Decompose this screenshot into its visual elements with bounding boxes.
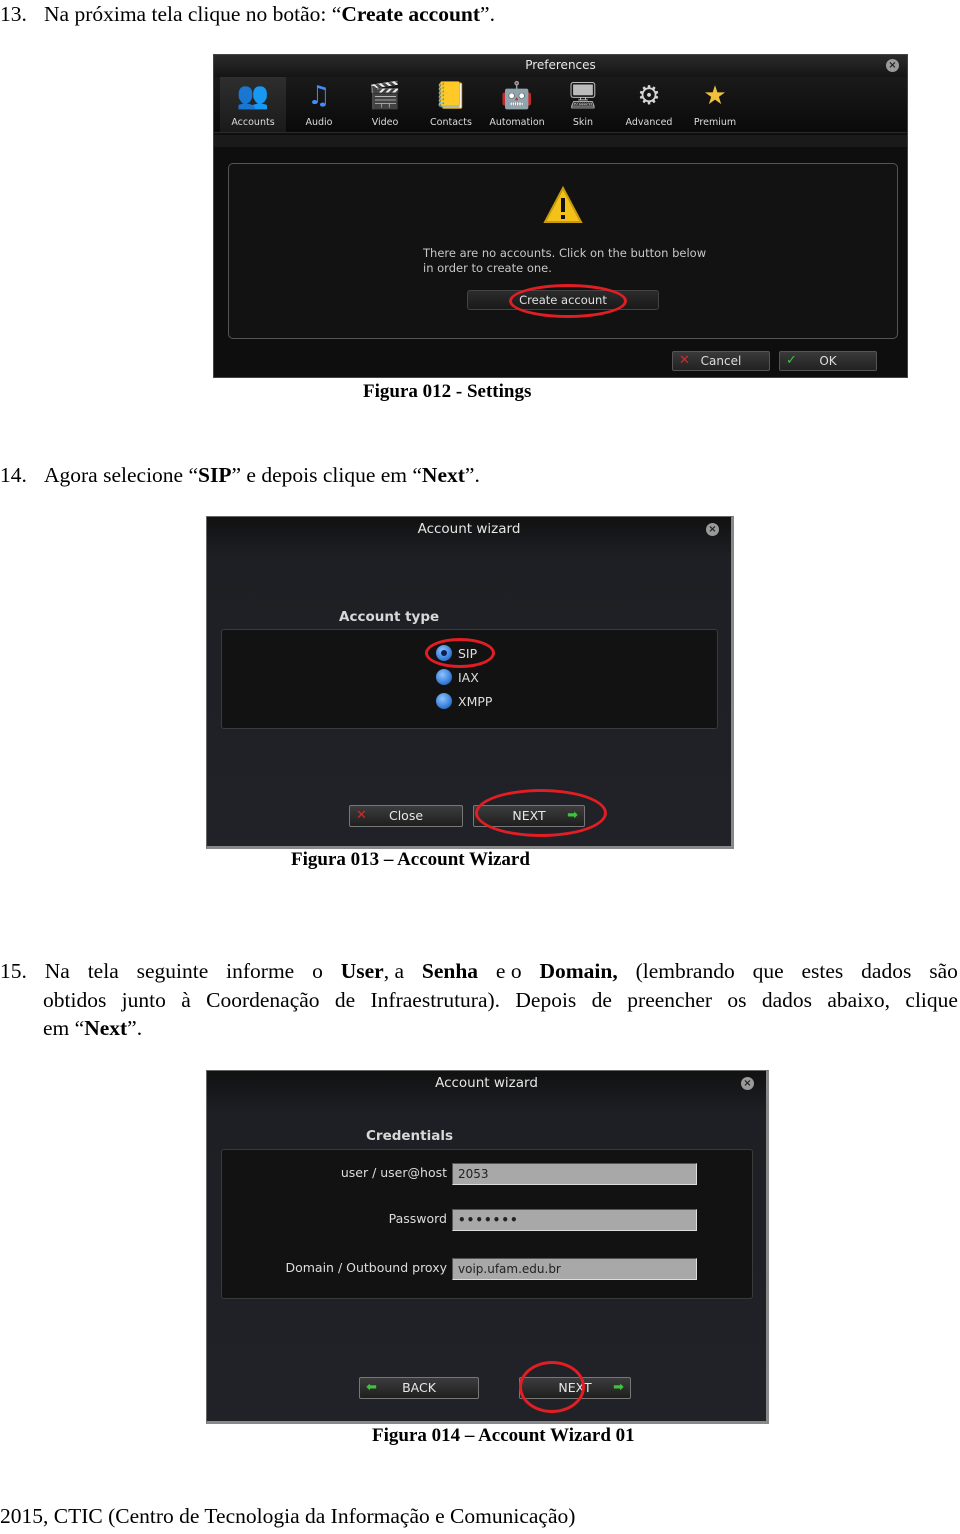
next-button[interactable]: NEXT ➡ — [473, 805, 585, 827]
window-title: Account wizard — [417, 521, 521, 537]
step-number: 14. — [0, 463, 27, 487]
music-note-icon: ♫ — [307, 81, 331, 111]
user-input[interactable]: 2053 — [452, 1163, 697, 1185]
warning-icon — [543, 186, 583, 223]
preferences-toolbar: 👥 Accounts ♫ Audio 🎬 Video 📒 Contacts 🤖 Automatio… — [214, 77, 907, 133]
step-15: 15. Na tela seguinte informe o User, a S… — [0, 959, 958, 1040]
x-icon: ✕ — [679, 353, 690, 368]
account-wizard-credentials-window: Account wizard × Credentials user / user… — [206, 1070, 769, 1424]
monitor-icon: 🖥 — [566, 81, 600, 111]
ok-button[interactable]: ✓ OK — [779, 351, 877, 371]
section-title: Account type — [339, 609, 440, 625]
password-input[interactable]: ••••••• — [452, 1209, 697, 1231]
back-button[interactable]: ⬅ BACK — [359, 1377, 479, 1399]
gear-icon: ⚙ — [637, 81, 661, 111]
figure-caption: Figura 014 – Account Wizard 01 — [372, 1425, 635, 1446]
arrow-right-icon: ➡ — [567, 808, 578, 823]
toolbar-item-label: Automation — [489, 117, 545, 128]
close-icon[interactable]: × — [741, 1077, 754, 1090]
user-label: user / user@host — [340, 1165, 447, 1180]
create-account-button[interactable]: Create account — [467, 290, 659, 310]
toolbar-item-label: Contacts — [430, 117, 472, 128]
toolbar-item-automation[interactable]: 🤖 Automation — [484, 77, 550, 132]
window-title: Account wizard — [435, 1075, 538, 1091]
radio-iax[interactable]: IAX — [436, 669, 479, 685]
account-wizard-type-window: Account wizard × Account type SIP IAX XM… — [206, 516, 734, 849]
toolbar-item-label: Advanced — [625, 117, 673, 128]
toolbar-item-label: Skin — [572, 117, 594, 128]
step-13: 13. Na próxima tela clique no botão: “Cre… — [0, 2, 495, 26]
next-button[interactable]: NEXT ➡ — [519, 1377, 631, 1399]
no-accounts-message: There are no accounts. Click on the butt… — [423, 246, 707, 275]
close-icon[interactable]: × — [886, 59, 899, 72]
toolbar-item-label: Audio — [305, 117, 333, 128]
domain-label: Domain / Outbound proxy — [285, 1260, 447, 1275]
toolbar-item-label: Accounts — [231, 117, 275, 128]
close-button[interactable]: ✕ Close — [349, 805, 463, 827]
arrow-right-icon: ➡ — [613, 1380, 624, 1395]
section-title: Credentials — [366, 1128, 454, 1144]
toolbar-item-video[interactable]: 🎬 Video — [352, 77, 418, 132]
check-icon: ✓ — [786, 353, 797, 368]
toolbar-item-audio[interactable]: ♫ Audio — [286, 77, 352, 132]
toolbar-item-label: Video — [371, 117, 399, 128]
radio-xmpp[interactable]: XMPP — [436, 693, 492, 709]
cancel-button[interactable]: ✕ Cancel — [672, 351, 770, 371]
step-number: 13. — [0, 2, 27, 26]
page-footer: 2015, CTIC (Centro de Tecnologia da Info… — [0, 1504, 576, 1528]
star-icon: ★ — [703, 81, 727, 111]
close-icon[interactable]: × — [706, 523, 719, 536]
domain-input[interactable]: voip.ufam.edu.br — [452, 1258, 697, 1280]
password-label: Password — [388, 1211, 447, 1226]
radio-button-checked[interactable] — [436, 645, 452, 661]
address-book-icon: 📒 — [434, 81, 468, 111]
toolbar-item-label: Premium — [693, 117, 737, 128]
preferences-window: Preferences × 👥 Accounts ♫ Audio 🎬 Video 📒 Cont… — [213, 54, 908, 378]
x-icon: ✕ — [356, 808, 367, 823]
radio-button[interactable] — [436, 669, 452, 685]
toolbar-item-contacts[interactable]: 📒 Contacts — [418, 77, 484, 132]
toolbar-item-premium[interactable]: ★ Premium — [682, 77, 748, 132]
accounts-icon: 👥 — [236, 81, 270, 111]
radio-button[interactable] — [436, 693, 452, 709]
figure-caption: Figura 013 – Account Wizard — [291, 849, 530, 870]
accounts-panel: There are no accounts. Click on the butt… — [228, 163, 898, 339]
toolbar-item-advanced[interactable]: ⚙ Advanced — [616, 77, 682, 132]
figure-caption: Figura 012 - Settings — [363, 381, 532, 402]
radio-sip[interactable]: SIP — [436, 645, 477, 661]
toolbar-item-skin[interactable]: 🖥 Skin — [550, 77, 616, 132]
step-14: 14. Agora selecione “SIP” e depois clique… — [0, 463, 480, 487]
toolbar-item-accounts[interactable]: 👥 Accounts — [220, 77, 286, 132]
robot-icon: 🤖 — [500, 81, 534, 111]
clapperboard-icon: 🎬 — [368, 81, 402, 111]
window-title: Preferences — [214, 55, 907, 77]
arrow-left-icon: ⬅ — [366, 1380, 377, 1395]
